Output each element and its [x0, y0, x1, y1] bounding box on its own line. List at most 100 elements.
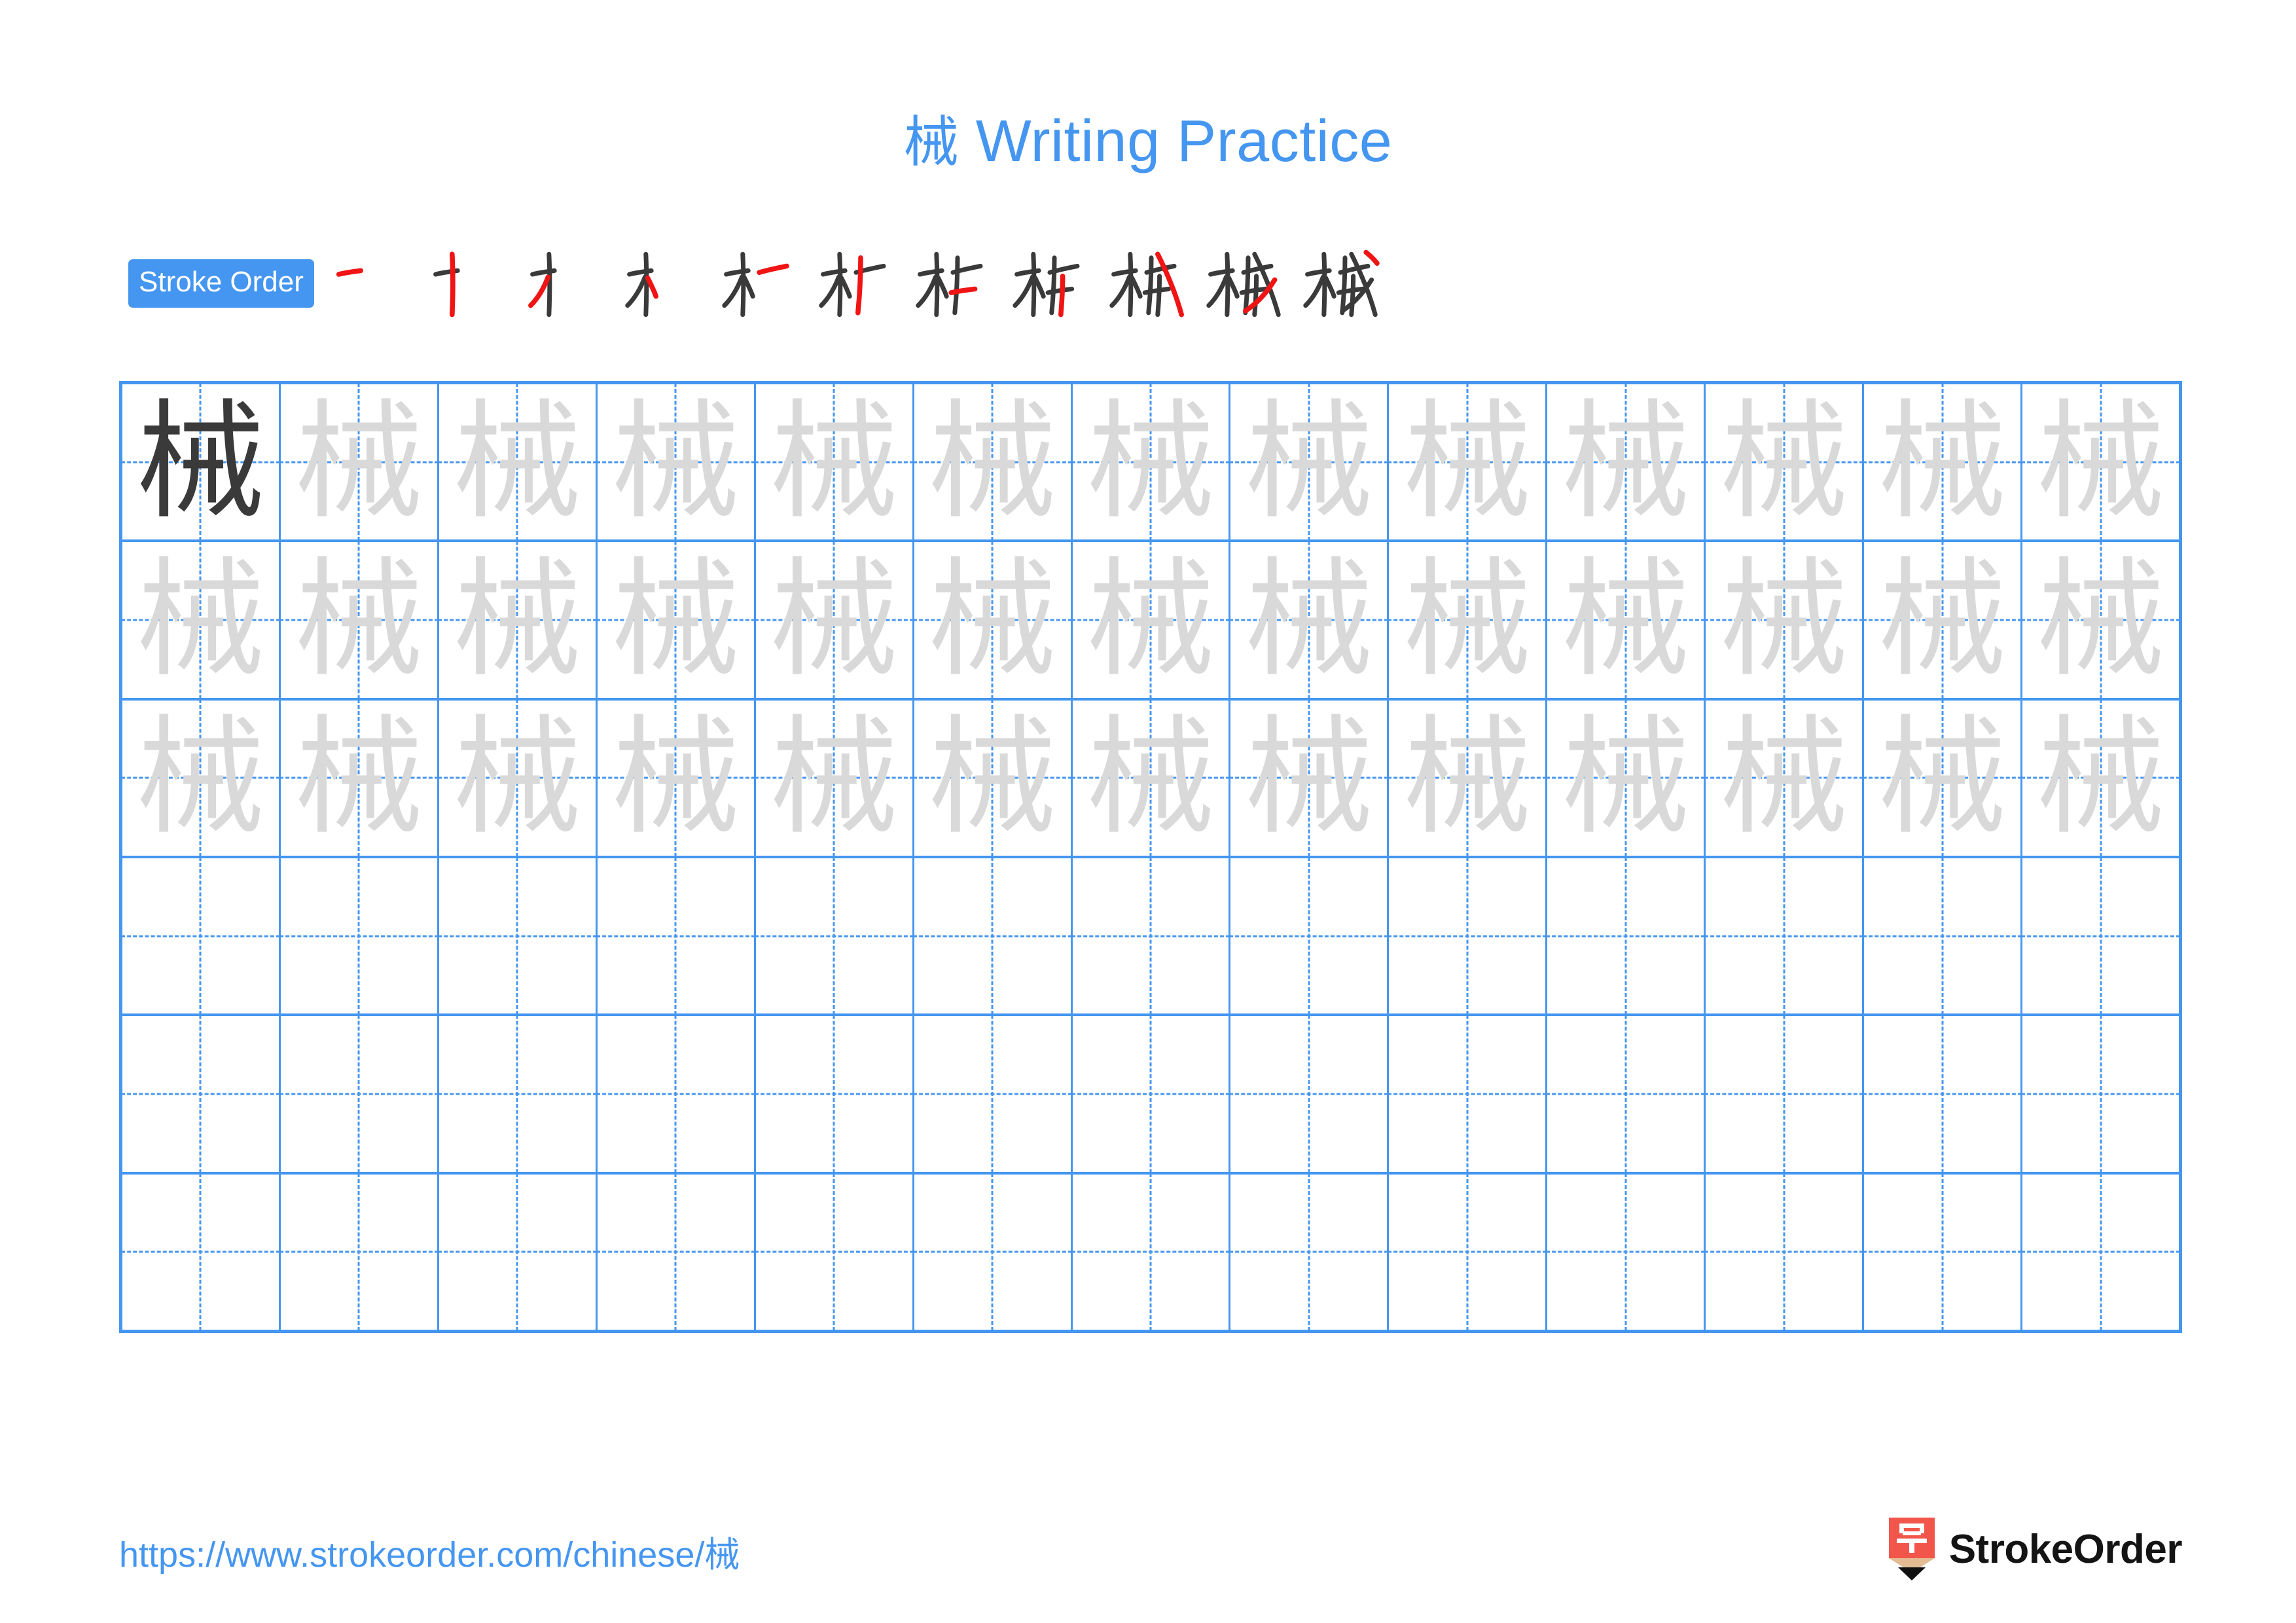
- practice-cell-r6-c6[interactable]: [914, 1174, 1073, 1330]
- practice-cell-r6-c10[interactable]: [1547, 1174, 1706, 1330]
- practice-cell-r2-c7[interactable]: 械: [1073, 542, 1231, 698]
- practice-cell-r1-c2[interactable]: 械: [281, 384, 439, 540]
- practice-cell-r3-c10[interactable]: 械: [1547, 700, 1706, 856]
- practice-cell-r1-c6[interactable]: 械: [914, 384, 1073, 540]
- practice-cell-r6-c9[interactable]: [1389, 1174, 1548, 1330]
- practice-cell-r6-c7[interactable]: [1073, 1174, 1231, 1330]
- practice-cell-r6-c8[interactable]: [1230, 1174, 1390, 1330]
- blank-practice-slot: [914, 858, 1071, 1013]
- practice-cell-r2-c10[interactable]: 械: [1547, 542, 1706, 698]
- practice-cell-r2-c9[interactable]: 械: [1389, 542, 1548, 698]
- tracing-character: 械: [136, 703, 265, 853]
- practice-cell-r4-c1[interactable]: [122, 858, 281, 1014]
- practice-cell-r5-c7[interactable]: [1073, 1016, 1231, 1172]
- practice-cell-r1-c4[interactable]: 械: [598, 384, 756, 540]
- practice-cell-r4-c4[interactable]: [598, 858, 756, 1014]
- blank-practice-slot: [1389, 1016, 1545, 1171]
- practice-cell-r4-c6[interactable]: [914, 858, 1073, 1014]
- practice-cell-r6-c4[interactable]: [598, 1174, 756, 1330]
- practice-grid-row: 械械械械械械械械械械械械械: [122, 700, 2179, 858]
- practice-cell-r5-c13[interactable]: [2022, 1016, 2179, 1171]
- practice-cell-r4-c8[interactable]: [1230, 858, 1390, 1014]
- practice-cell-r5-c4[interactable]: [598, 1016, 756, 1172]
- practice-cell-r2-c8[interactable]: 械: [1230, 542, 1390, 698]
- tracing-character: 械: [928, 387, 1057, 537]
- footer-url[interactable]: https://www.strokeorder.com/chinese/械: [119, 1525, 740, 1577]
- tracing-character: 械: [136, 545, 265, 695]
- practice-cell-r3-c7[interactable]: 械: [1073, 700, 1231, 856]
- practice-cell-r3-c9[interactable]: 械: [1389, 700, 1548, 856]
- practice-cell-r3-c12[interactable]: 械: [1864, 700, 2023, 856]
- practice-cell-r1-c9[interactable]: 械: [1389, 384, 1548, 540]
- practice-cell-r6-c13[interactable]: [2022, 1175, 2179, 1330]
- practice-cell-r6-c3[interactable]: [439, 1174, 598, 1330]
- practice-cell-r1-c12[interactable]: 械: [1864, 384, 2023, 540]
- practice-cell-r5-c3[interactable]: [439, 1016, 598, 1172]
- practice-cell-r4-c12[interactable]: [1864, 858, 2023, 1014]
- tracing-character: 械: [1086, 545, 1215, 695]
- practice-cell-r2-c13[interactable]: 械: [2022, 542, 2179, 697]
- practice-cell-r5-c6[interactable]: [914, 1016, 1073, 1172]
- practice-cell-r2-c4[interactable]: 械: [598, 542, 756, 698]
- practice-cell-r1-c13[interactable]: 械: [2022, 384, 2179, 539]
- practice-cell-r4-c7[interactable]: [1073, 858, 1231, 1014]
- blank-practice-slot: [122, 858, 279, 1013]
- practice-cell-r3-c11[interactable]: 械: [1706, 700, 1865, 856]
- practice-cell-r1-c3[interactable]: 械: [439, 384, 598, 540]
- practice-cell-r3-c8[interactable]: 械: [1230, 700, 1390, 856]
- practice-cell-r2-c2[interactable]: 械: [281, 542, 439, 698]
- practice-cell-r5-c11[interactable]: [1706, 1016, 1865, 1172]
- practice-cell-r3-c6[interactable]: 械: [914, 700, 1073, 856]
- practice-cell-r3-c4[interactable]: 械: [598, 700, 756, 856]
- practice-cell-r3-c3[interactable]: 械: [439, 700, 598, 856]
- practice-cell-r4-c5[interactable]: [756, 858, 914, 1014]
- practice-cell-r1-c11[interactable]: 械: [1706, 384, 1865, 540]
- practice-cell-r4-c11[interactable]: [1706, 858, 1865, 1014]
- practice-cell-r5-c8[interactable]: [1230, 1016, 1390, 1172]
- practice-cell-r1-c10[interactable]: 械: [1547, 384, 1706, 540]
- practice-cell-r2-c5[interactable]: 械: [756, 542, 914, 698]
- practice-cell-r5-c12[interactable]: [1864, 1016, 2023, 1172]
- practice-cell-r2-c6[interactable]: 械: [914, 542, 1073, 698]
- blank-practice-slot: [1230, 1016, 1387, 1171]
- practice-cell-r4-c2[interactable]: [281, 858, 439, 1014]
- practice-cell-r6-c2[interactable]: [281, 1174, 439, 1330]
- blank-practice-slot: [1547, 1016, 1704, 1171]
- practice-cell-r1-c5[interactable]: 械: [756, 384, 914, 540]
- practice-cell-r2-c12[interactable]: 械: [1864, 542, 2023, 698]
- blank-practice-slot: [756, 1175, 912, 1330]
- practice-cell-r5-c5[interactable]: [756, 1016, 914, 1172]
- practice-cell-r4-c3[interactable]: [439, 858, 598, 1014]
- practice-grid-row: 械械械械械械械械械械械械械: [122, 384, 2179, 543]
- practice-cell-r2-c1[interactable]: 械: [122, 542, 281, 698]
- practice-cell-r2-c11[interactable]: 械: [1706, 542, 1865, 698]
- practice-cell-r1-c1[interactable]: 械: [122, 384, 281, 540]
- practice-cell-r6-c12[interactable]: [1864, 1174, 2023, 1330]
- practice-cell-r3-c2[interactable]: 械: [281, 700, 439, 856]
- stroke-order-step-11: [1292, 238, 1389, 329]
- practice-cell-r5-c10[interactable]: [1547, 1016, 1706, 1172]
- practice-cell-r5-c2[interactable]: [281, 1016, 439, 1172]
- practice-cell-r6-c5[interactable]: [756, 1174, 914, 1330]
- practice-cell-r5-c1[interactable]: [122, 1016, 281, 1172]
- stroke-order-step-5: [711, 238, 808, 329]
- blank-practice-slot: [281, 858, 437, 1013]
- blank-practice-slot: [1706, 1175, 1862, 1330]
- practice-cell-r4-c10[interactable]: [1547, 858, 1706, 1014]
- practice-cell-r4-c9[interactable]: [1389, 858, 1548, 1014]
- practice-cell-r2-c3[interactable]: 械: [439, 542, 598, 698]
- practice-cell-r1-c8[interactable]: 械: [1230, 384, 1390, 540]
- tracing-character: 械: [1719, 387, 1848, 537]
- practice-cell-r1-c7[interactable]: 械: [1073, 384, 1231, 540]
- tracing-character: 械: [453, 703, 582, 853]
- practice-cell-r3-c5[interactable]: 械: [756, 700, 914, 856]
- blank-practice-slot: [1547, 858, 1704, 1013]
- blank-practice-slot: [598, 858, 754, 1013]
- practice-cell-r3-c1[interactable]: 械: [122, 700, 281, 856]
- practice-cell-r6-c11[interactable]: [1706, 1174, 1865, 1330]
- practice-cell-r5-c9[interactable]: [1389, 1016, 1548, 1172]
- stroke-order-section: Stroke Order: [128, 249, 1389, 318]
- practice-cell-r4-c13[interactable]: [2022, 858, 2179, 1013]
- practice-cell-r6-c1[interactable]: [122, 1174, 281, 1330]
- practice-cell-r3-c13[interactable]: 械: [2022, 701, 2179, 856]
